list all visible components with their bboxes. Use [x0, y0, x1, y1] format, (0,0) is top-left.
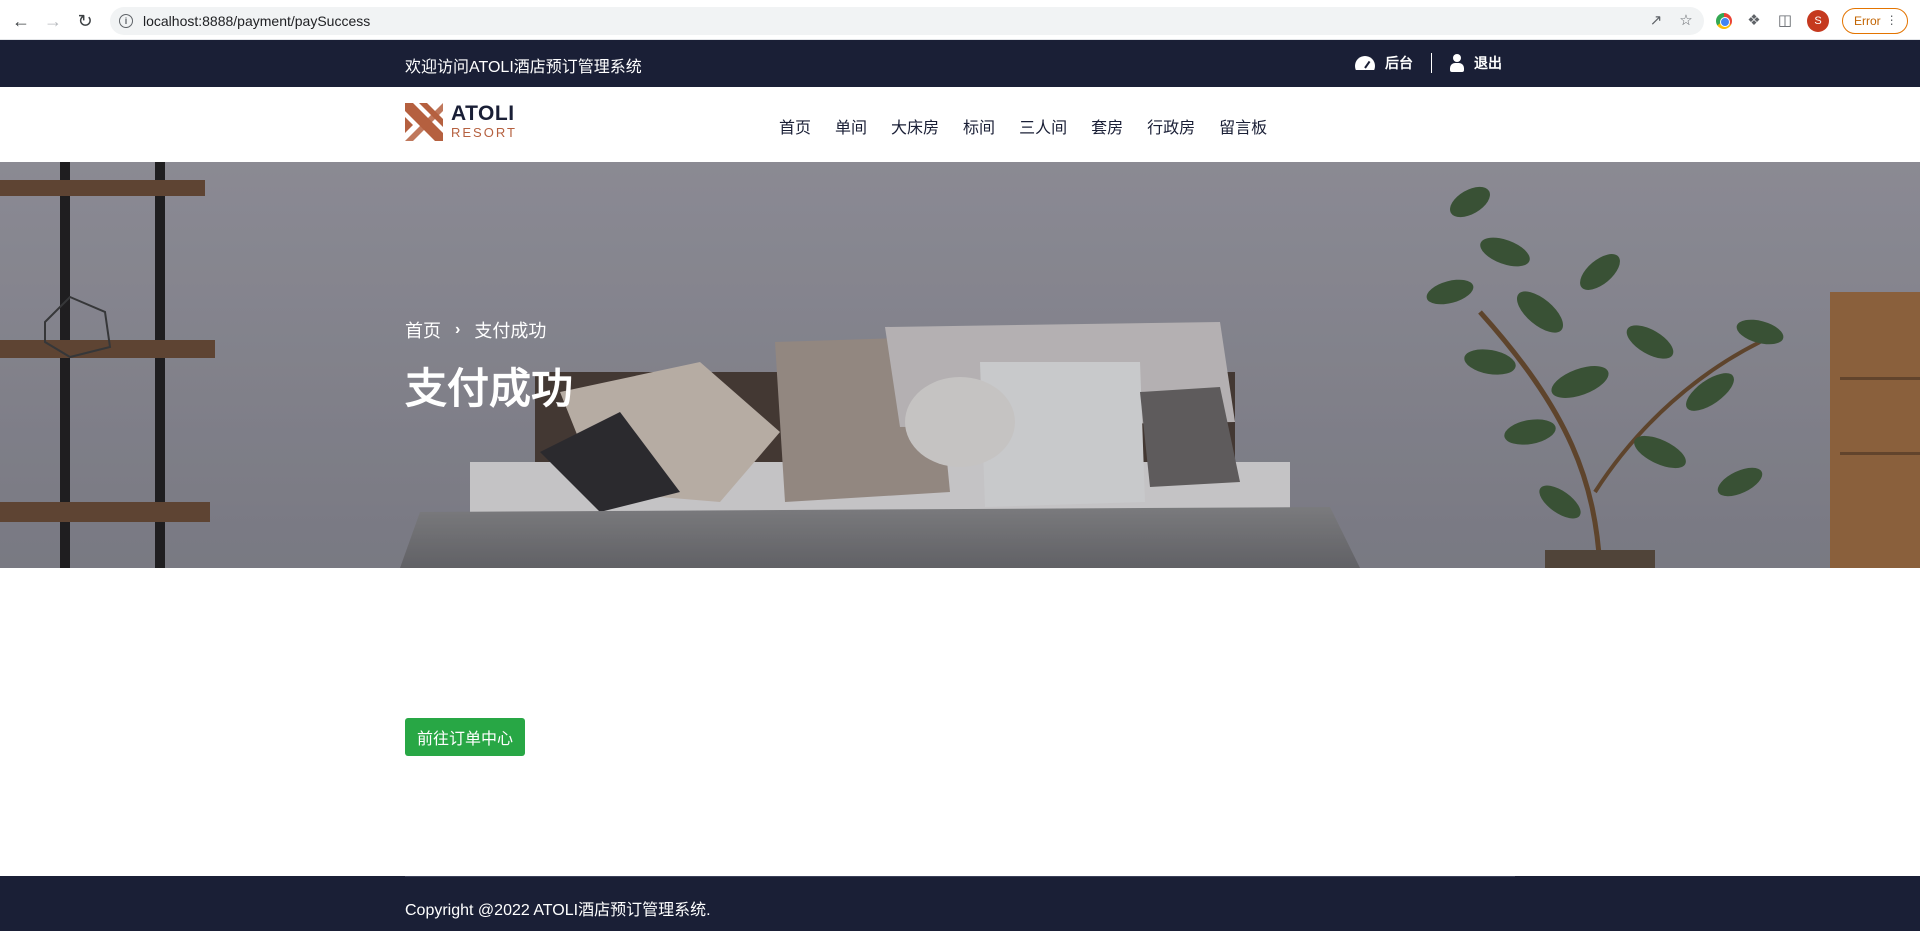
nav-message-board[interactable]: 留言板 [1219, 114, 1267, 138]
hero-overlay [0, 162, 1920, 568]
admin-link[interactable]: 后台 [1355, 53, 1413, 73]
site-info-icon[interactable]: i [119, 14, 133, 28]
forward-icon[interactable]: → [41, 9, 65, 33]
user-icon [1450, 54, 1464, 72]
admin-label: 后台 [1385, 55, 1413, 71]
side-panel-icon[interactable]: ◫ [1776, 12, 1794, 30]
breadcrumb-home[interactable]: 首页 [405, 317, 441, 343]
divider [1431, 53, 1432, 73]
logo-subtitle: RESORT [451, 125, 517, 140]
nav-triple-room[interactable]: 三人间 [1019, 114, 1067, 138]
site-footer: Copyright @2022 ATOLI酒店预订管理系统. [0, 876, 1920, 931]
bookmark-star-icon[interactable]: ☆ [1678, 13, 1694, 29]
top-info-bar: 欢迎访问ATOLI酒店预订管理系统 后台 退出 [0, 40, 1920, 87]
reload-icon[interactable]: ↻ [73, 9, 97, 33]
address-url[interactable]: localhost:8888/payment/paySuccess [143, 13, 370, 29]
copyright-text: Copyright @2022 ATOLI酒店预订管理系统. [405, 902, 711, 919]
logout-link[interactable]: 退出 [1450, 53, 1502, 73]
browser-error-button[interactable]: Error ⋮ [1842, 8, 1908, 34]
browser-toolbar: ← → ↻ i localhost:8888/payment/paySucces… [0, 0, 1920, 40]
breadcrumb: 首页 › 支付成功 [405, 317, 546, 343]
logout-label: 退出 [1474, 55, 1502, 71]
error-label: Error [1854, 14, 1881, 28]
address-bar[interactable]: i localhost:8888/payment/paySuccess ↗ ☆ [110, 7, 1704, 35]
site-header: ATOLI RESORT 首页 单间 大床房 标间 三人间 套房 行政房 留言板 [0, 87, 1920, 162]
nav-standard-room[interactable]: 标间 [963, 114, 995, 138]
logo-title: ATOLI [451, 102, 515, 125]
footer-divider [405, 876, 1515, 877]
back-icon[interactable]: ← [9, 9, 33, 33]
nav-king-room[interactable]: 大床房 [891, 114, 939, 138]
nav-home[interactable]: 首页 [779, 114, 811, 138]
share-icon[interactable]: ↗ [1648, 13, 1664, 29]
go-to-orders-button[interactable]: 前往订单中心 [405, 718, 526, 756]
nav-executive-room[interactable]: 行政房 [1147, 114, 1195, 138]
main-nav: 首页 单间 大床房 标间 三人间 套房 行政房 留言板 [779, 114, 1267, 138]
dashboard-icon [1355, 56, 1375, 70]
profile-avatar[interactable]: S [1807, 10, 1829, 32]
extensions-puzzle-icon[interactable]: ❖ [1745, 12, 1763, 30]
hero-banner: 首页 › 支付成功 支付成功 [0, 162, 1920, 568]
chevron-right-icon: › [455, 321, 461, 338]
page-title: 支付成功 [405, 365, 574, 412]
extension-google-icon[interactable] [1716, 13, 1732, 29]
welcome-text: 欢迎访问ATOLI酒店预订管理系统 [405, 59, 642, 76]
nav-single-room[interactable]: 单间 [835, 114, 867, 138]
more-menu-icon[interactable]: ⋮ [1886, 13, 1898, 27]
nav-suite[interactable]: 套房 [1091, 114, 1123, 138]
site-logo[interactable]: ATOLI RESORT [405, 103, 517, 141]
logo-mark-icon [405, 103, 443, 141]
breadcrumb-current: 支付成功 [474, 321, 547, 341]
